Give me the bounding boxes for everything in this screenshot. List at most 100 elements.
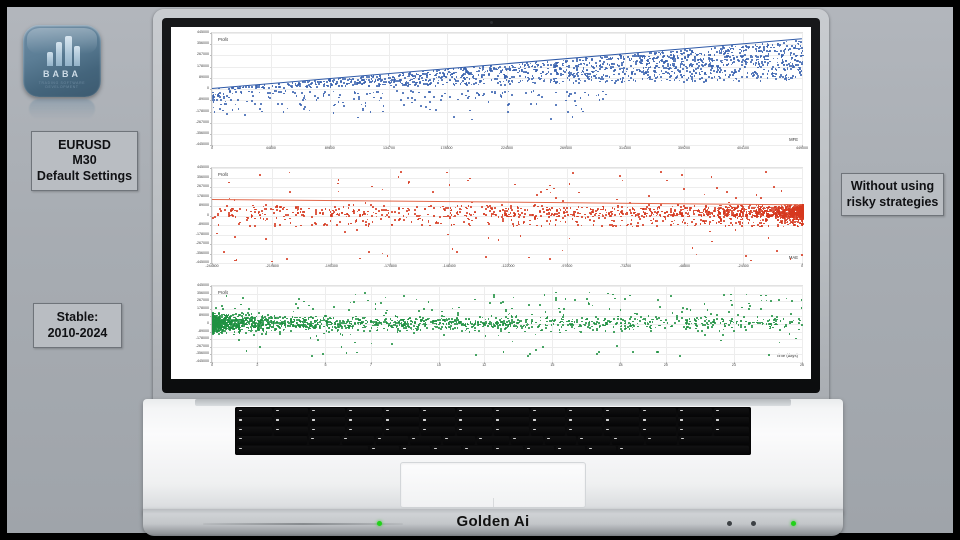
data-point xyxy=(436,326,438,329)
data-point xyxy=(391,224,393,226)
data-point xyxy=(326,84,329,87)
data-point xyxy=(725,206,727,208)
data-point xyxy=(279,91,282,93)
data-point xyxy=(741,222,744,224)
data-point xyxy=(801,217,804,219)
data-point xyxy=(362,220,365,222)
logo-name: BABA xyxy=(43,69,81,79)
data-point xyxy=(726,191,728,193)
data-point xyxy=(364,102,367,105)
data-point xyxy=(605,213,608,216)
data-point xyxy=(790,220,793,223)
data-point xyxy=(235,91,238,94)
data-point xyxy=(549,184,552,187)
data-point xyxy=(514,212,516,215)
data-point xyxy=(480,205,483,208)
data-point xyxy=(634,215,637,217)
data-point xyxy=(491,91,494,93)
data-point xyxy=(387,212,390,214)
data-point xyxy=(751,215,753,218)
data-point xyxy=(555,77,558,80)
data-point xyxy=(793,66,795,68)
data-point xyxy=(650,219,652,222)
data-point xyxy=(776,249,779,252)
data-point xyxy=(347,204,350,206)
data-point xyxy=(455,76,458,78)
data-point xyxy=(753,210,755,212)
data-point xyxy=(782,225,785,228)
data-point xyxy=(266,218,268,220)
data-point xyxy=(462,69,464,72)
data-point xyxy=(308,91,311,94)
data-point xyxy=(535,224,538,227)
data-point xyxy=(712,219,714,222)
y-tick-label: 267000 xyxy=(197,184,209,189)
data-point xyxy=(418,215,420,217)
x-tick-label: 2 xyxy=(256,362,259,367)
data-point xyxy=(222,93,225,95)
data-point xyxy=(378,85,380,87)
data-point xyxy=(528,66,530,69)
data-point xyxy=(407,81,409,84)
data-point xyxy=(333,206,336,208)
data-point xyxy=(414,98,416,101)
data-point xyxy=(536,193,538,196)
data-point xyxy=(777,64,779,67)
data-point xyxy=(683,74,685,77)
data-point xyxy=(350,80,353,83)
data-point xyxy=(698,78,701,80)
data-point xyxy=(348,82,350,85)
gridline-vertical xyxy=(566,168,568,264)
data-point xyxy=(770,46,772,49)
data-point xyxy=(404,82,407,85)
data-point xyxy=(614,225,617,227)
data-point xyxy=(764,218,767,221)
data-point xyxy=(638,218,641,220)
data-point xyxy=(647,71,649,73)
data-point xyxy=(288,171,291,174)
data-point xyxy=(783,42,786,44)
data-point xyxy=(256,86,258,89)
data-point xyxy=(353,98,355,100)
x-tick-label: -97600 xyxy=(561,264,573,269)
data-point xyxy=(570,71,572,74)
data-point xyxy=(414,84,417,86)
data-point xyxy=(606,80,609,82)
data-point xyxy=(636,318,639,321)
data-point xyxy=(580,63,582,66)
data-point xyxy=(540,95,543,98)
data-point xyxy=(703,54,706,56)
data-point xyxy=(235,313,237,315)
data-point xyxy=(359,257,361,260)
x-tick-label: 7 xyxy=(369,362,372,367)
data-point xyxy=(437,323,440,326)
data-point xyxy=(322,84,325,87)
data-point xyxy=(775,73,777,75)
data-point xyxy=(768,50,770,53)
data-point xyxy=(427,83,429,86)
data-point xyxy=(767,225,770,227)
data-point xyxy=(318,83,320,85)
data-point xyxy=(475,70,478,73)
data-point xyxy=(368,92,371,95)
data-point xyxy=(666,179,668,182)
data-point xyxy=(343,105,345,108)
data-point xyxy=(686,59,688,61)
data-point xyxy=(662,220,664,222)
data-point xyxy=(512,69,514,72)
data-point xyxy=(502,80,505,83)
data-point xyxy=(632,208,634,210)
data-point xyxy=(801,214,804,216)
callout-line: risky strategies xyxy=(846,194,939,209)
data-point xyxy=(416,206,418,208)
data-point xyxy=(469,214,472,217)
data-point xyxy=(484,214,487,216)
data-point xyxy=(275,217,278,219)
data-point xyxy=(405,216,408,219)
data-point xyxy=(434,85,437,87)
data-point xyxy=(549,81,552,83)
data-point xyxy=(357,116,359,119)
data-point xyxy=(332,78,335,81)
data-point xyxy=(432,190,434,193)
data-point xyxy=(495,316,497,319)
